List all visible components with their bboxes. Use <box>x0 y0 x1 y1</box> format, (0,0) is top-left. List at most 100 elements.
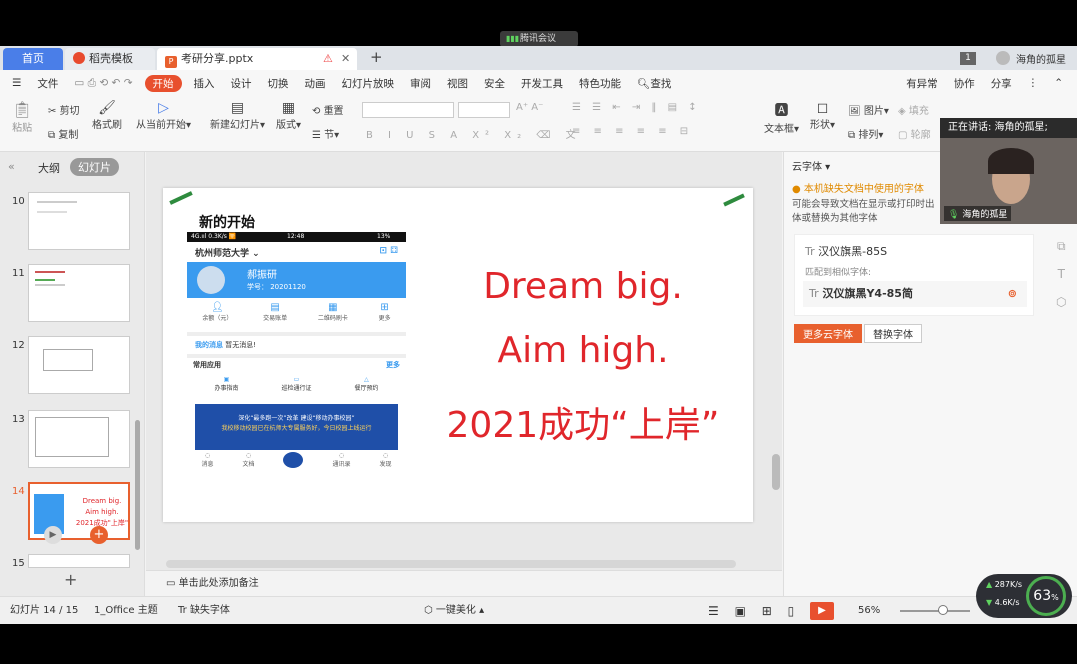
slide-thumbnail-12[interactable] <box>28 336 130 394</box>
menu-review[interactable]: 审阅 <box>402 76 439 91</box>
slide-canvas[interactable]: 新的开始 4G.ııl 0.3K/s 🛜 12:48 13% 杭州师范大学 ⌄ ⊡ ⚃… <box>146 152 782 596</box>
replace-font-button[interactable]: 替换字体 <box>864 324 922 343</box>
format-painter-button[interactable]: 🖌︎ 格式刷 <box>92 100 122 131</box>
textbox-button[interactable]: 🅰︎ 文本框▾ <box>764 100 799 135</box>
font-style-buttons[interactable]: B I U S A X² X₂ ⌫ 文 <box>366 126 582 141</box>
avatar[interactable] <box>996 51 1010 65</box>
new-tab-button[interactable]: + <box>370 48 383 66</box>
menu-insert[interactable]: 插入 <box>186 76 223 91</box>
download-icon[interactable]: ⊚ <box>1008 281 1017 307</box>
more-cloud-fonts-button[interactable]: 更多云字体 <box>794 324 862 343</box>
tab-templates[interactable]: 稻壳模板 <box>65 48 155 70</box>
add-slide-button[interactable]: + <box>64 570 77 589</box>
slide-thumbnail-11[interactable] <box>28 264 130 322</box>
view-buttons[interactable]: ☰ ▣ ⊞ ▯ <box>708 597 800 625</box>
tab-outline[interactable]: 大纲 <box>38 160 60 176</box>
menu-share[interactable]: 分享 <box>983 76 1020 91</box>
theme-name[interactable]: 1_Office 主题 <box>94 597 158 625</box>
slide-thumbnail-14[interactable]: Dream big. Aim high. 2021成功"上岸" ▶ + <box>28 482 130 544</box>
slide-line-3[interactable]: 2021成功“上岸” <box>413 396 753 448</box>
slide-line-1[interactable]: Dream big. <box>423 266 743 307</box>
meeting-title: 腾讯会议 <box>520 34 557 44</box>
participant-video[interactable]: 🎙︎ 海角的孤星 <box>940 138 1077 224</box>
tab-slides[interactable]: 幻灯片 <box>70 158 119 176</box>
vertical-scrollbar[interactable] <box>772 454 780 490</box>
add-slide-icon[interactable]: + <box>90 526 108 544</box>
paragraph-buttons[interactable]: ☰ ☰ ⇤ ⇥ ‖ ▤ ↕ <box>572 102 701 113</box>
paste-button[interactable]: 📋︎ 粘贴 <box>12 100 32 134</box>
new-slide-button[interactable]: ▤ 新建幻灯片▾ <box>210 100 265 131</box>
warning-icon: ⚠ <box>323 52 333 65</box>
close-tab-icon[interactable]: ✕ <box>341 48 350 70</box>
matched-font-row[interactable]: Tr 汉仪旗黑Y4-85简 ⊚ <box>803 281 1027 307</box>
menu-slideshow[interactable]: 幻灯片放映 <box>334 76 403 91</box>
slide-thumbnail-15[interactable] <box>28 554 130 568</box>
menu-features[interactable]: 特色功能 <box>571 76 629 91</box>
menu-transition[interactable]: 切换 <box>260 76 297 91</box>
zoom-thumb[interactable] <box>938 605 948 615</box>
menu-developer[interactable]: 开发工具 <box>513 76 571 91</box>
more-icon[interactable]: ⋮ <box>1020 77 1047 89</box>
shape-panel-icon[interactable]: ⬡ <box>1056 288 1066 316</box>
beautify-button[interactable]: ⬡ 一键美化 ▴ <box>424 597 484 625</box>
slide-line-2[interactable]: Aim high. <box>423 330 743 371</box>
signal-icon: ▮▮▮ <box>506 34 520 43</box>
window-count-badge[interactable]: 1 <box>960 52 976 65</box>
slide-title[interactable]: 新的开始 <box>199 212 255 232</box>
align-buttons[interactable]: ≡ ≡ ≡ ≡ ≡ ⊟ <box>572 126 693 137</box>
layout-button[interactable]: ▦ 版式▾ <box>276 100 301 131</box>
picture-button[interactable]: 🖼︎ 图片▾ <box>848 102 889 117</box>
play-slideshow-button[interactable]: ▶ <box>810 602 834 620</box>
arrange-button[interactable]: ⧉ 排列▾ <box>848 126 883 141</box>
notes-placeholder: 单击此处添加备注 <box>178 578 259 589</box>
meeting-badge[interactable]: ▮▮▮腾讯会议 <box>500 31 578 47</box>
menu-design[interactable]: 设计 <box>223 76 260 91</box>
phone-apps: 常用应用 更多 ▣ 办事指南 ▭ 巡检通行证 △ 餐厅预约 <box>187 354 406 398</box>
menu-animation[interactable]: 动画 <box>297 76 334 91</box>
from-current-button[interactable]: ▷ 从当前开始▾ <box>136 100 191 131</box>
network-widget[interactable]: ▲ 287K/s ▼ 4.6K/s 63% <box>976 574 1072 618</box>
menu-home[interactable]: 开始 <box>144 74 182 92</box>
copy-panel-icon[interactable]: ⧉ <box>1056 232 1066 260</box>
toolbar-quick-icons[interactable]: ▭ ⎙ ⟲ ↶ ↷ <box>66 77 140 90</box>
slide-thumbnail-10[interactable] <box>28 192 130 250</box>
tab-document[interactable]: P 考研分享.pptx ⚠ ✕ <box>157 48 357 70</box>
menu-file[interactable]: 文件 <box>29 76 66 91</box>
user-name[interactable]: 海角的孤星 <box>1016 51 1066 66</box>
play-icon: ▷ <box>158 100 169 116</box>
play-slide-icon[interactable]: ▶ <box>44 526 62 544</box>
collapse-ribbon-icon[interactable]: ⌃ <box>1046 77 1077 89</box>
font-size-buttons[interactable]: A⁺ A⁻ <box>516 102 543 113</box>
text-panel-icon[interactable]: T <box>1056 260 1066 288</box>
font-size-select[interactable] <box>458 102 510 118</box>
zoom-level[interactable]: 56% <box>858 597 880 625</box>
tab-home[interactable]: 首页 <box>3 48 63 70</box>
zoom-slider[interactable] <box>900 610 970 612</box>
collapse-sidebar-icon[interactable]: « <box>8 160 15 173</box>
copy-button[interactable]: ⧉ 复制 <box>48 126 78 141</box>
font-family-select[interactable] <box>362 102 454 118</box>
phone-screenshot[interactable]: 4G.ııl 0.3K/s 🛜 12:48 13% 杭州师范大学 ⌄ ⊡ ⚃ 郝振研 … <box>187 232 406 490</box>
horizontal-scrollbar[interactable] <box>166 560 736 568</box>
missing-font-status[interactable]: Tr 缺失字体 <box>178 597 230 625</box>
shape-button[interactable]: ◻ 形状▾ <box>810 100 835 131</box>
menu-security[interactable]: 安全 <box>476 76 513 91</box>
slide-thumbnail-13[interactable] <box>28 410 130 468</box>
outline-button[interactable]: ▢ 轮廓 <box>898 126 931 141</box>
slide-14[interactable]: 新的开始 4G.ııl 0.3K/s 🛜 12:48 13% 杭州师范大学 ⌄ ⊡ ⚃… <box>163 188 753 522</box>
menu-icon[interactable]: ☰ <box>0 77 29 89</box>
menu-search[interactable]: 🔍︎查找 <box>629 76 679 91</box>
tab-bar: 首页 稻壳模板 P 考研分享.pptx ⚠ ✕ + 1 海角的孤星 <box>0 46 1077 70</box>
menu-view[interactable]: 视图 <box>439 76 476 91</box>
fill-button[interactable]: ◈ 填充 <box>898 102 929 117</box>
download-speed: ▼ 4.6K/s <box>986 598 1020 607</box>
font-icon: Tr <box>805 245 815 258</box>
cut-button[interactable]: ✂ 剪切 <box>48 102 80 117</box>
menu-exception[interactable]: 有异常 <box>898 76 946 91</box>
section-button[interactable]: ☰ 节▾ <box>312 126 339 141</box>
sidebar-scrollbar[interactable] <box>135 420 140 550</box>
mic-icon: 🎙︎ <box>948 210 960 220</box>
notes-area[interactable]: ▭ 单击此处添加备注 <box>146 570 782 596</box>
menu-collab[interactable]: 协作 <box>946 76 983 91</box>
reset-button[interactable]: ⟲ 重置 <box>312 102 344 117</box>
